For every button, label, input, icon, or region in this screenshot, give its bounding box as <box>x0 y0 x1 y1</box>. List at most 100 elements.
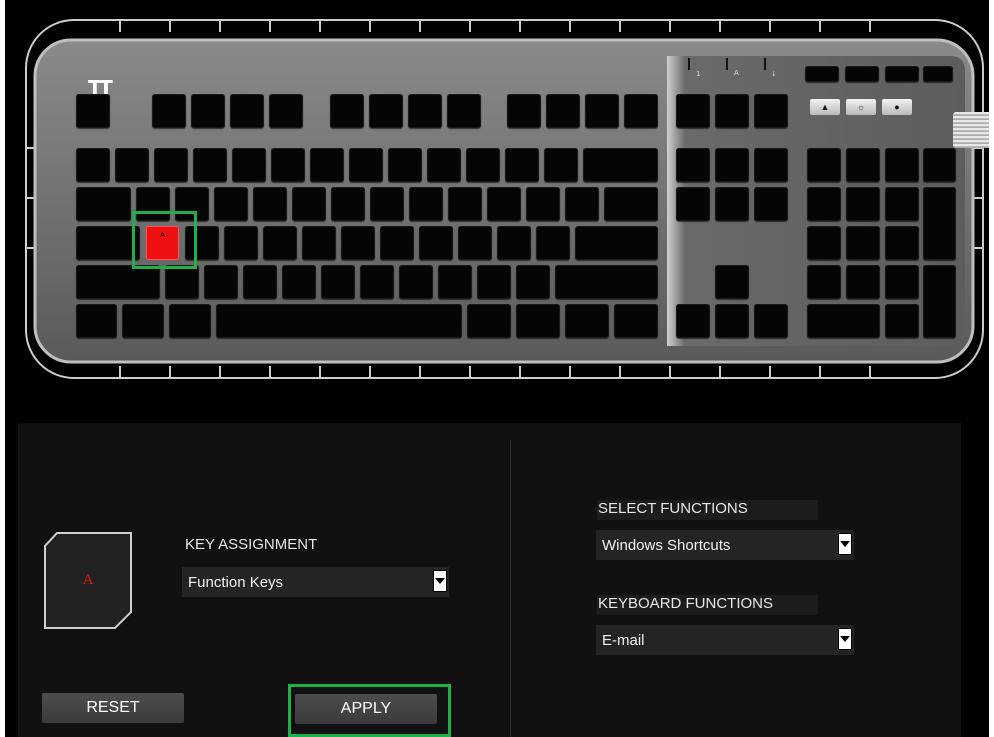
keyboard-key-delete[interactable] <box>676 187 710 221</box>
keyboard-key[interactable] <box>292 187 326 221</box>
keyboard-key[interactable] <box>885 148 919 182</box>
keyboard-key[interactable] <box>302 226 336 260</box>
keyboard-key[interactable] <box>544 148 578 182</box>
keyboard-key[interactable] <box>526 187 560 221</box>
keyboard-key[interactable] <box>399 265 433 299</box>
keyboard-key-arrow-down[interactable] <box>715 304 749 338</box>
keyboard-key[interactable] <box>807 226 841 260</box>
keyboard-key[interactable] <box>477 265 511 299</box>
keyboard-key-capslock[interactable] <box>76 226 140 260</box>
select-functions-dropdown[interactable]: Windows Shortcuts <box>596 530 854 560</box>
keyboard-key[interactable] <box>885 265 919 299</box>
keyboard-key-fn[interactable] <box>516 304 560 338</box>
reset-button[interactable]: RESET <box>42 693 184 723</box>
keyboard-key-tab[interactable] <box>76 187 131 221</box>
keyboard-key[interactable] <box>885 226 919 260</box>
keyboard-key[interactable] <box>497 226 531 260</box>
keyboard-key-arrow-right[interactable] <box>754 304 788 338</box>
keyboard-key-f5[interactable] <box>330 94 364 128</box>
keyboard-key-f9[interactable] <box>507 94 541 128</box>
keyboard-key[interactable] <box>76 148 110 182</box>
keyboard-key-right-shift[interactable] <box>555 265 658 299</box>
keyboard-key[interactable] <box>807 265 841 299</box>
keyboard-key-backspace[interactable] <box>583 148 658 182</box>
keyboard-key-f6[interactable] <box>369 94 403 128</box>
keyboard-key[interactable] <box>341 226 375 260</box>
keyboard-key-space[interactable] <box>216 304 462 338</box>
keyboard-key-pause[interactable] <box>754 94 788 128</box>
keyboard-key-left-ctrl[interactable] <box>76 304 117 338</box>
keyboard-key-numpad-plus[interactable] <box>923 187 956 260</box>
keyboard-key[interactable] <box>214 187 248 221</box>
keyboard-key-arrow-up[interactable] <box>715 265 749 299</box>
keyboard-key-f12[interactable] <box>624 94 658 128</box>
keyboard-key-f8[interactable] <box>447 94 481 128</box>
keyboard-key[interactable] <box>243 265 277 299</box>
keyboard-key-menu[interactable] <box>565 304 609 338</box>
dropdown-arrow-icon[interactable] <box>433 570 447 592</box>
keyboard-key-numpad-enter[interactable] <box>923 265 956 338</box>
keyboard-key[interactable] <box>923 66 953 82</box>
keyboard-key-pageup[interactable] <box>754 148 788 182</box>
keyboard-key[interactable] <box>536 226 570 260</box>
keyboard-key[interactable] <box>388 148 422 182</box>
volume-wheel[interactable] <box>953 112 989 148</box>
keyboard-key-win[interactable] <box>122 304 164 338</box>
dropdown-arrow-icon[interactable] <box>838 533 852 555</box>
keyboard-key[interactable] <box>409 187 443 221</box>
keyboard-key-prtsc[interactable] <box>676 94 710 128</box>
keyboard-key[interactable] <box>224 226 258 260</box>
keyboard-key[interactable] <box>115 148 149 182</box>
keyboard-key[interactable] <box>232 148 266 182</box>
keyboard-key[interactable] <box>807 148 841 182</box>
keyboard-key[interactable] <box>807 187 841 221</box>
keyboard-key-f7[interactable] <box>408 94 442 128</box>
keyboard-key[interactable] <box>846 265 880 299</box>
keyboard-key[interactable] <box>349 148 383 182</box>
keyboard-key-esc[interactable] <box>76 94 110 128</box>
keyboard-key[interactable] <box>516 265 550 299</box>
keyboard-key-enter[interactable] <box>575 226 658 260</box>
keyboard-key[interactable] <box>885 187 919 221</box>
keyboard-key-insert[interactable] <box>676 148 710 182</box>
keyboard-key[interactable] <box>321 265 355 299</box>
keyboard-key-f3[interactable] <box>230 94 264 128</box>
keyboard-key[interactable] <box>419 226 453 260</box>
keyboard-key[interactable] <box>310 148 344 182</box>
keyboard-key[interactable] <box>193 148 227 182</box>
keyboard-key[interactable] <box>331 187 365 221</box>
keyboard-key[interactable] <box>370 187 404 221</box>
keyboard-key[interactable] <box>458 226 492 260</box>
keyboard-key-end[interactable] <box>715 187 749 221</box>
keyboard-key-f10[interactable] <box>546 94 580 128</box>
keyboard-key-f11[interactable] <box>585 94 619 128</box>
keyboard-key[interactable] <box>846 226 880 260</box>
keyboard-key-numpad-dot[interactable] <box>885 304 919 338</box>
keyboard-key-numpad-0[interactable] <box>807 304 880 338</box>
keyboard-key[interactable] <box>885 66 919 82</box>
keyboard-key[interactable] <box>438 265 472 299</box>
keyboard-key-backslash[interactable] <box>604 187 658 221</box>
keyboard-key-arrow-left[interactable] <box>676 304 710 338</box>
keyboard-key[interactable] <box>565 187 599 221</box>
keyboard-key[interactable] <box>846 187 880 221</box>
keyboard-key[interactable] <box>427 148 461 182</box>
keyboard-key[interactable] <box>263 226 297 260</box>
keyboard-key-left-shift[interactable] <box>76 265 160 299</box>
keyboard-key[interactable] <box>466 148 500 182</box>
keyboard-key[interactable] <box>165 265 199 299</box>
keyboard-key-f1[interactable] <box>152 94 186 128</box>
keyboard-key[interactable] <box>360 265 394 299</box>
keyboard-key-f4[interactable] <box>269 94 303 128</box>
key-assignment-dropdown[interactable]: Function Keys <box>182 567 449 597</box>
keyboard-key[interactable] <box>380 226 414 260</box>
keyboard-key[interactable] <box>282 265 316 299</box>
keyboard-key[interactable] <box>271 148 305 182</box>
media-button-light[interactable]: ☼ <box>846 99 876 115</box>
keyboard-key[interactable] <box>505 148 539 182</box>
dropdown-arrow-icon[interactable] <box>838 628 852 650</box>
keyboard-key-pagedown[interactable] <box>754 187 788 221</box>
media-button-game[interactable]: ● <box>882 99 912 115</box>
keyboard-key[interactable] <box>923 148 956 182</box>
keyboard-key[interactable] <box>487 187 521 221</box>
